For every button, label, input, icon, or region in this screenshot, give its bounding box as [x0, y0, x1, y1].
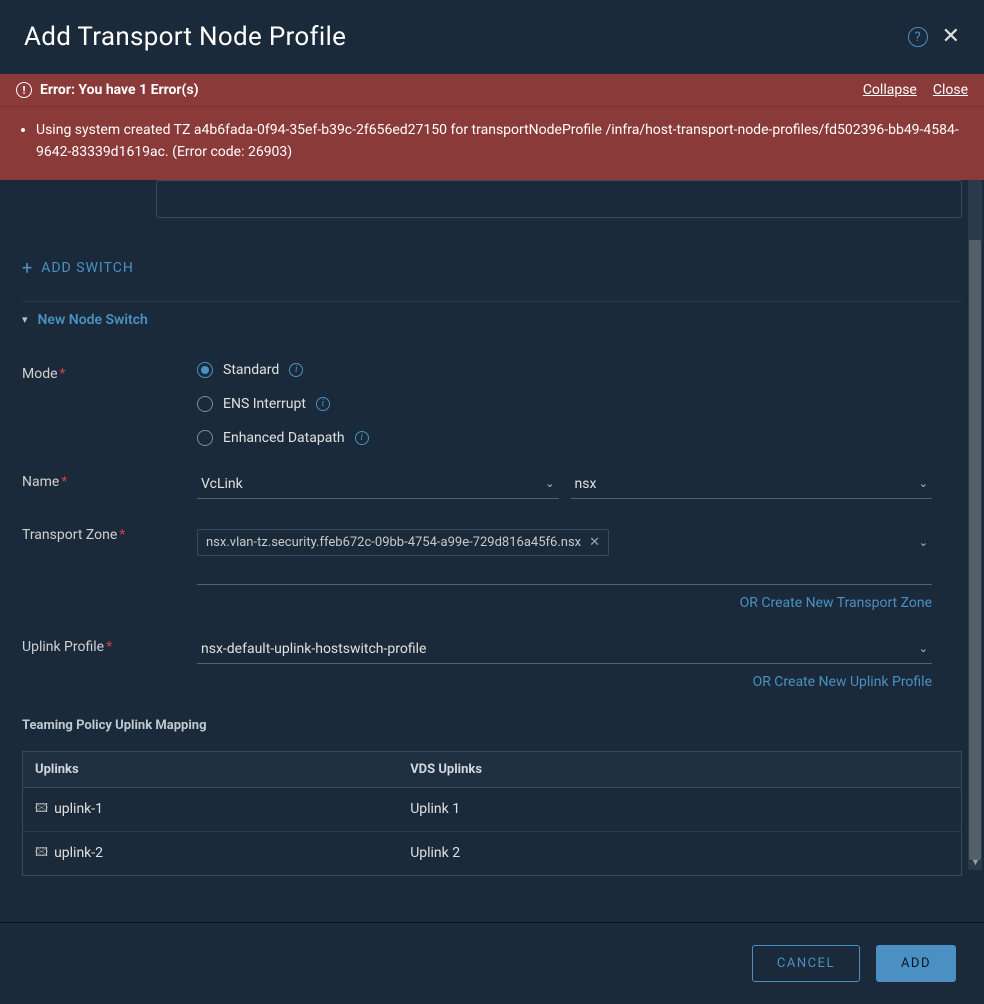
modal-footer: CANCEL ADD: [0, 922, 984, 1004]
transport-zone-select[interactable]: nsx.vlan-tz.security.ffeb672c-09bb-4754-…: [197, 523, 932, 562]
chevron-down-icon: ▾: [22, 313, 28, 326]
top-input-placeholder[interactable]: [156, 180, 962, 218]
add-switch-button[interactable]: + ADD SWITCH: [22, 250, 962, 287]
uplinks-column-header: Uplinks: [23, 752, 398, 787]
nic-icon: 🖾: [35, 799, 48, 820]
error-banner: ! Error: You have 1 Error(s) Collapse Cl…: [0, 74, 984, 180]
info-icon[interactable]: i: [355, 431, 369, 445]
switch-title: New Node Switch: [38, 312, 148, 328]
name-label: Name*: [22, 470, 197, 499]
uplink-profile-value: nsx-default-uplink-hostswitch-profile: [201, 641, 426, 657]
chip-remove-icon[interactable]: ✕: [589, 535, 600, 550]
modal-header-actions: ? ✕: [908, 26, 960, 48]
mode-ens-label: ENS Interrupt: [223, 396, 306, 412]
add-switch-label: ADD SWITCH: [41, 260, 134, 276]
transport-zone-chip-label: nsx.vlan-tz.security.ffeb672c-09bb-4754-…: [206, 535, 581, 550]
scrollbar-down-arrow-icon[interactable]: ▼: [971, 857, 980, 868]
name-select-2-value: nsx: [575, 476, 597, 492]
error-message: Using system created TZ a4b6fada-0f94-35…: [36, 119, 968, 164]
radio-unselected-icon: [197, 396, 213, 412]
mode-enhanced-radio[interactable]: Enhanced Datapath i: [197, 430, 932, 446]
mode-standard-label: Standard: [223, 362, 279, 378]
add-button[interactable]: ADD: [876, 945, 956, 982]
uplink-name: uplink-2: [54, 845, 103, 861]
uplink-name: uplink-1: [54, 801, 103, 817]
table-row[interactable]: 🖾 uplink-2 Uplink 2: [23, 832, 961, 875]
help-icon[interactable]: ?: [908, 27, 928, 47]
add-transport-node-profile-modal: Add Transport Node Profile ? ✕ ! Error: …: [0, 0, 984, 1004]
create-new-tz-link[interactable]: OR Create New Transport Zone: [197, 595, 932, 611]
uplink-table-header: Uplinks VDS Uplinks: [23, 752, 961, 788]
name-select-1-value: VcLink: [201, 476, 243, 492]
close-icon[interactable]: ✕: [942, 26, 960, 48]
error-collapse-link[interactable]: Collapse: [863, 82, 917, 98]
transport-zone-chip: nsx.vlan-tz.security.ffeb672c-09bb-4754-…: [197, 529, 609, 556]
chevron-down-icon: ⌄: [919, 642, 928, 655]
error-close-link[interactable]: Close: [933, 82, 968, 98]
nic-icon: 🖾: [35, 843, 48, 864]
vds-uplink-value: Uplink 1: [398, 788, 961, 831]
cancel-button[interactable]: CANCEL: [752, 945, 860, 982]
radio-unselected-icon: [197, 430, 213, 446]
error-banner-body: Using system created TZ a4b6fada-0f94-35…: [0, 107, 984, 180]
teaming-title: Teaming Policy Uplink Mapping: [22, 718, 962, 733]
radio-selected-icon: [197, 362, 213, 378]
chevron-down-icon: ⌄: [919, 477, 928, 490]
error-icon: !: [16, 82, 32, 98]
content-scroll-area[interactable]: + ADD SWITCH ▾ New Node Switch Mode* Sta…: [0, 180, 984, 922]
chevron-down-icon: ⌄: [545, 477, 554, 490]
plus-icon: +: [22, 258, 33, 279]
mode-standard-radio[interactable]: Standard i: [197, 362, 932, 378]
switch-section: ▾ New Node Switch Mode* Standard i: [22, 301, 962, 876]
vds-uplinks-column-header: VDS Uplinks: [398, 752, 961, 787]
mode-radio-group: Standard i ENS Interrupt i Enhanced Data…: [197, 362, 932, 446]
modal-header: Add Transport Node Profile ? ✕: [0, 0, 984, 74]
uplink-profile-label: Uplink Profile*: [22, 635, 197, 690]
uplink-profile-row: Uplink Profile* nsx-default-uplink-hosts…: [22, 635, 962, 690]
info-icon[interactable]: i: [289, 363, 303, 377]
name-select-2[interactable]: nsx ⌄: [571, 470, 933, 499]
scrollbar-thumb[interactable]: [969, 240, 981, 860]
error-title: Error: You have 1 Error(s): [40, 82, 199, 98]
modal-title: Add Transport Node Profile: [24, 22, 346, 52]
vds-uplink-value: Uplink 2: [398, 832, 961, 875]
uplink-table: Uplinks VDS Uplinks 🖾 uplink-1 Uplink 1 …: [22, 751, 962, 876]
switch-collapse-header[interactable]: ▾ New Node Switch: [22, 301, 962, 338]
mode-enhanced-label: Enhanced Datapath: [223, 430, 345, 446]
create-new-uplink-profile-link[interactable]: OR Create New Uplink Profile: [197, 674, 932, 690]
name-select-1[interactable]: VcLink ⌄: [197, 470, 559, 499]
mode-label: Mode*: [22, 362, 197, 446]
scrollbar[interactable]: ▼: [968, 180, 982, 870]
info-icon[interactable]: i: [316, 397, 330, 411]
chevron-down-icon: ⌄: [919, 536, 928, 549]
table-row[interactable]: 🖾 uplink-1 Uplink 1: [23, 788, 961, 832]
transport-zone-row: Transport Zone* nsx.vlan-tz.security.ffe…: [22, 523, 962, 611]
transport-zone-label: Transport Zone*: [22, 523, 197, 611]
name-row: Name* VcLink ⌄ nsx ⌄: [22, 470, 962, 499]
error-banner-header: ! Error: You have 1 Error(s) Collapse Cl…: [0, 74, 984, 107]
mode-ens-radio[interactable]: ENS Interrupt i: [197, 396, 932, 412]
uplink-profile-select[interactable]: nsx-default-uplink-hostswitch-profile ⌄: [197, 635, 932, 664]
mode-row: Mode* Standard i ENS Interrupt i: [22, 362, 962, 446]
